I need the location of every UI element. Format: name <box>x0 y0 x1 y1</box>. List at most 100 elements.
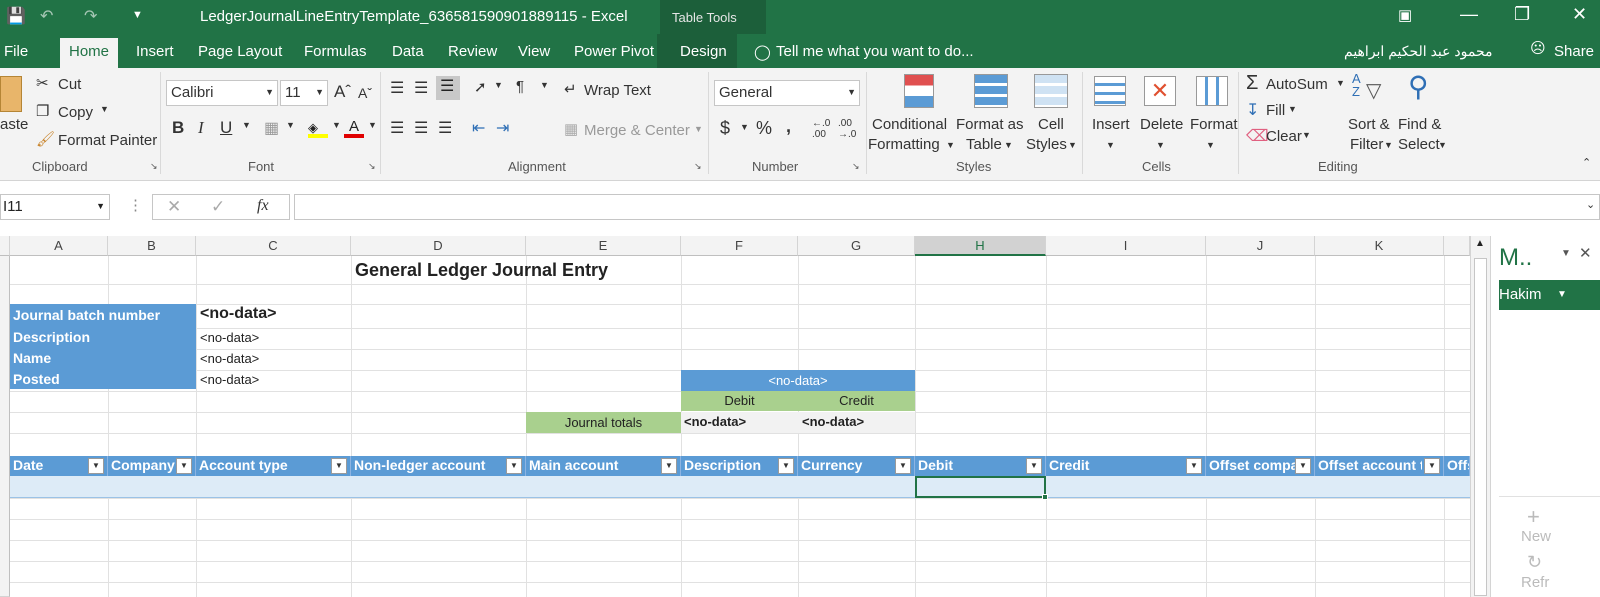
increase-decimal-icon[interactable]: ←.0.00 <box>812 118 830 140</box>
cut-button[interactable]: Cut <box>58 76 81 93</box>
clear-dropdown-icon[interactable]: ▼ <box>1302 130 1311 140</box>
refresh-button[interactable]: Refr <box>1521 574 1549 591</box>
number-launcher-icon[interactable]: ↘ <box>852 161 860 172</box>
expand-formula-bar-icon[interactable]: ⌄ <box>1586 198 1595 211</box>
table-header-currency[interactable]: Currency ▼ <box>798 456 915 476</box>
description-value[interactable]: <no-data> <box>200 330 259 345</box>
column-header-g[interactable]: G <box>798 236 915 256</box>
filter-dropdown-icon[interactable]: ▼ <box>506 458 522 474</box>
filter-dropdown-icon[interactable]: ▼ <box>331 458 347 474</box>
conditional-formatting-icon[interactable] <box>904 74 934 108</box>
percent-icon[interactable]: % <box>756 118 772 139</box>
format-painter-button[interactable]: Format Painter <box>58 132 157 149</box>
orientation-icon[interactable]: ➚ <box>474 78 487 96</box>
wrap-text-button[interactable]: Wrap Text <box>584 82 651 99</box>
increase-font-icon[interactable]: Aˆ <box>334 82 351 102</box>
copy-dropdown-icon[interactable]: ▼ <box>100 104 109 114</box>
conditional-formatting-label-2[interactable]: Formatting <box>868 136 940 153</box>
column-header-l[interactable] <box>1444 236 1470 256</box>
clipboard-launcher-icon[interactable]: ↘ <box>150 161 158 172</box>
sort-filter-icon[interactable]: AZ <box>1352 72 1361 98</box>
user-menu-button[interactable]: Hakim ▼ <box>1499 280 1600 310</box>
autosum-dropdown-icon[interactable]: ▼ <box>1336 78 1345 88</box>
comma-icon[interactable]: , <box>786 116 791 137</box>
conditional-formatting-label[interactable]: Conditional <box>872 116 947 133</box>
table-header-date[interactable]: Date ▼ <box>10 456 108 476</box>
minimize-icon[interactable]: — <box>1460 4 1478 25</box>
collapse-ribbon-icon[interactable]: ⌃ <box>1582 156 1591 169</box>
autosum-button[interactable]: AutoSum <box>1266 76 1328 93</box>
text-direction-icon[interactable]: ¶ <box>516 78 524 95</box>
fill-dropdown-icon[interactable]: ▼ <box>1288 104 1297 114</box>
tab-insert[interactable]: Insert <box>136 43 174 60</box>
save-icon[interactable]: 💾 <box>6 6 26 26</box>
share-person-icon[interactable]: ☹ <box>1530 39 1546 57</box>
align-left-icon[interactable]: ☰ <box>390 118 404 138</box>
vertical-scrollbar[interactable]: ▲ <box>1470 236 1490 597</box>
find-select-icon[interactable]: ⚲ <box>1408 70 1429 103</box>
find-dropdown-icon[interactable]: ▼ <box>1438 140 1447 150</box>
maximize-icon[interactable]: ❐ <box>1514 4 1530 25</box>
pane-close-icon[interactable]: ✕ <box>1579 244 1592 262</box>
tell-me-search[interactable]: Tell me what you want to do... <box>776 43 974 60</box>
underline-dropdown-icon[interactable]: ▼ <box>242 120 251 130</box>
borders-icon[interactable]: ▦ <box>264 118 279 138</box>
worksheet-grid[interactable]: A B C D E F G H I J K General Ledger Jou… <box>0 236 1490 597</box>
number-format-select[interactable]: General ▼ <box>714 80 860 106</box>
filter-dropdown-icon[interactable]: ▼ <box>661 458 677 474</box>
cell-styles-label[interactable]: Cell <box>1038 116 1064 133</box>
merge-center-button[interactable]: Merge & Center <box>584 122 690 139</box>
fill-color-icon[interactable]: ◈ <box>308 120 328 138</box>
select-all-corner[interactable] <box>0 236 10 256</box>
column-header-j[interactable]: J <box>1206 236 1315 256</box>
delete-cells-icon[interactable]: ✕ <box>1144 76 1176 106</box>
table-header-main-account[interactable]: Main account ▼ <box>526 456 681 476</box>
align-top-icon[interactable]: ☰ <box>390 78 404 98</box>
new-icon[interactable]: + <box>1527 504 1540 530</box>
table-header-company[interactable]: Company ▼ <box>108 456 196 476</box>
align-middle-icon[interactable]: ☰ <box>414 78 428 98</box>
decrease-font-icon[interactable]: Aˇ <box>358 85 372 101</box>
format-as-table-icon[interactable] <box>974 74 1008 108</box>
tab-design[interactable]: Design <box>680 43 727 60</box>
italic-icon[interactable]: I <box>198 118 204 138</box>
ribbon-display-options-icon[interactable]: ▣ <box>1398 6 1412 24</box>
column-header-i[interactable]: I <box>1046 236 1206 256</box>
column-header-b[interactable]: B <box>108 236 196 256</box>
font-launcher-icon[interactable]: ↘ <box>368 161 376 172</box>
posted-value[interactable]: <no-data> <box>200 372 259 387</box>
tab-data[interactable]: Data <box>392 43 424 60</box>
sort-dropdown-icon[interactable]: ▼ <box>1384 140 1393 150</box>
cancel-formula-icon[interactable]: ✕ <box>167 197 181 217</box>
font-color-dropdown-icon[interactable]: ▼ <box>368 120 377 130</box>
undo-icon[interactable]: ↶ <box>40 6 53 26</box>
tab-review[interactable]: Review <box>448 43 497 60</box>
pane-options-icon[interactable]: ▼ <box>1561 248 1571 259</box>
delete-dropdown-icon[interactable]: ▼ <box>1156 140 1165 150</box>
column-header-e[interactable]: E <box>526 236 681 256</box>
table-row[interactable] <box>10 476 1470 498</box>
column-header-f[interactable]: F <box>681 236 798 256</box>
tab-file[interactable]: File <box>4 43 28 60</box>
insert-dropdown-icon[interactable]: ▼ <box>1106 140 1115 150</box>
selected-cell[interactable] <box>915 476 1046 498</box>
conditional-dropdown-icon[interactable]: ▼ <box>946 140 955 150</box>
table-header-offset[interactable]: Offset <box>1444 456 1470 476</box>
align-bottom-icon[interactable]: ☰ <box>436 76 460 100</box>
column-header-k[interactable]: K <box>1315 236 1444 256</box>
align-right-icon[interactable]: ☰ <box>438 118 452 138</box>
column-header-d[interactable]: D <box>351 236 526 256</box>
filter-dropdown-icon[interactable]: ▼ <box>895 458 911 474</box>
refresh-icon[interactable]: ↻ <box>1527 552 1542 573</box>
clear-button[interactable]: Clear <box>1266 128 1302 145</box>
decrease-decimal-icon[interactable]: .00 →.0 <box>838 118 856 140</box>
format-dropdown-icon[interactable]: ▼ <box>1206 140 1215 150</box>
filter-dropdown-icon[interactable]: ▼ <box>88 458 104 474</box>
scrollbar-thumb[interactable] <box>1474 258 1487 596</box>
filter-dropdown-icon[interactable]: ▼ <box>1026 458 1042 474</box>
align-center-icon[interactable]: ☰ <box>414 118 428 138</box>
paste-button[interactable]: aste <box>0 116 28 133</box>
insert-function-icon[interactable]: fx <box>257 197 269 215</box>
filter-dropdown-icon[interactable]: ▼ <box>1295 458 1311 474</box>
name-value[interactable]: <no-data> <box>200 351 259 366</box>
